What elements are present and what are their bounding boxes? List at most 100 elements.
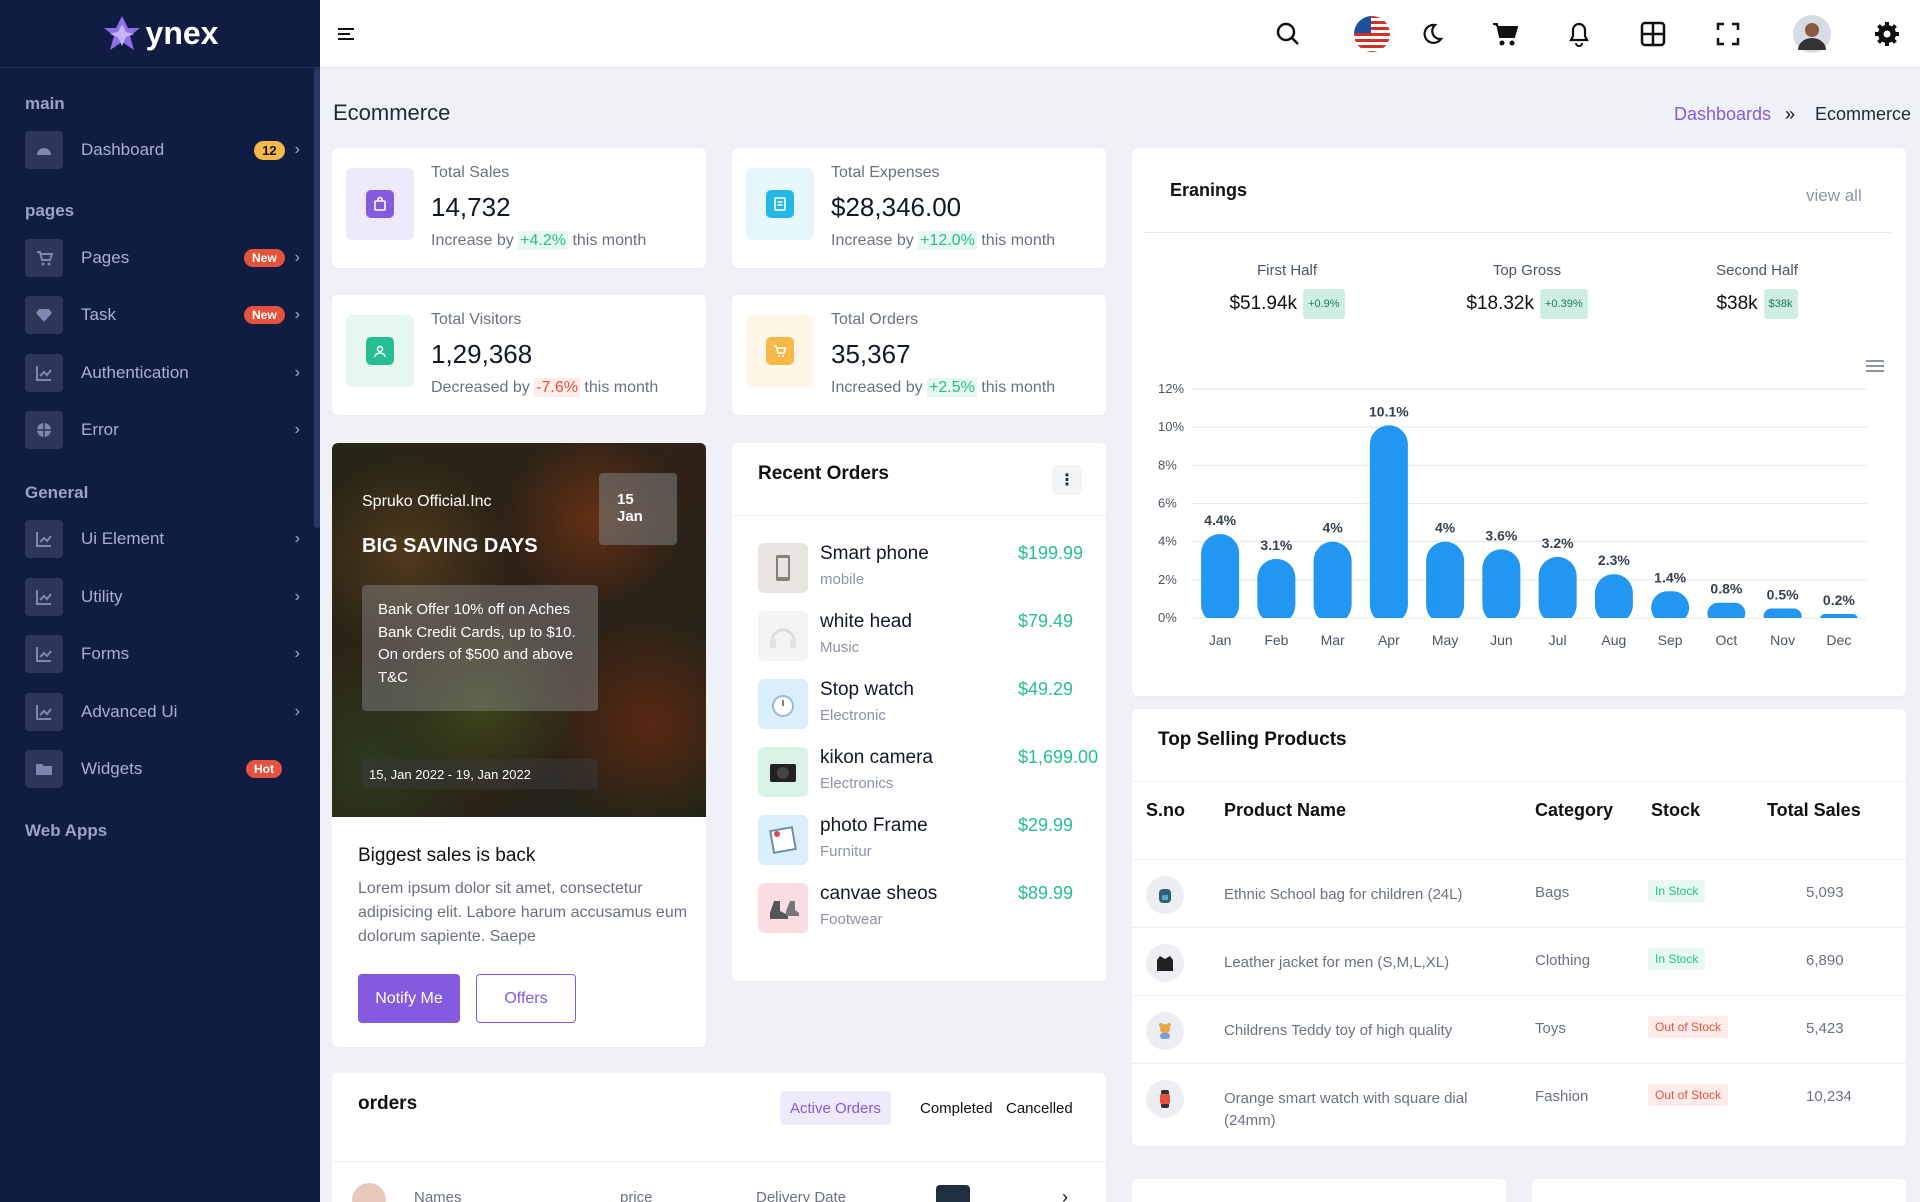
bar-baseline-mask [1706,618,1747,626]
bar-baseline-mask [1368,618,1409,626]
sidebar-item-dashboard[interactable]: Dashboard 12 › [25,130,300,170]
data-label: 3.2% [1542,535,1574,551]
table-row[interactable]: Childrens Teddy toy of high quality Toys… [1132,995,1906,1063]
stat-value: 35,367 [831,339,911,369]
stat-change-suffix: this month [572,232,647,249]
stat-value: $28,346.00 [831,192,962,222]
chevron-right-icon: › [294,530,300,547]
promo-date-range: 15, Jan 2022 - 19, Jan 2022 [362,759,598,789]
bar[interactable] [1313,541,1352,624]
bell-icon[interactable] [1563,18,1595,50]
tab-cancelled[interactable]: Cancelled [998,1091,1081,1125]
sidebar-item-ui-element[interactable]: Ui Element › [25,519,300,559]
order-category: Music [820,639,860,656]
sidebar-item-utility[interactable]: Utility › [25,577,300,617]
bar[interactable] [1538,556,1577,624]
order-category: Footwear [820,911,883,928]
stat-icon-bg [346,315,414,387]
gear-icon[interactable] [1871,18,1903,50]
sidebar-item-error[interactable]: Error › [25,410,300,450]
product-total-sales: 5,093 [1806,884,1844,901]
data-label: 1.4% [1654,569,1686,585]
new-badge: New [243,306,285,324]
order-name: canvae sheos [820,883,938,904]
bar[interactable] [1594,574,1633,624]
sidebar-item-authentication[interactable]: Authentication › [25,353,300,393]
chevron-right-icon[interactable]: › [1062,1187,1068,1202]
table-row[interactable]: Ethnic School bag for children (24L) Bag… [1132,859,1906,927]
summary-tag: +0.39% [1540,289,1588,319]
order-category: mobile [820,571,865,588]
order-item[interactable]: kikon camera Electronics $1,699.00 [758,743,1108,799]
bar[interactable] [1257,558,1296,624]
tab-active-orders[interactable]: Active Orders [780,1091,891,1125]
order-item[interactable]: white head Music $79.49 [758,607,1108,663]
stat-change-prefix: Decreased by [431,379,530,396]
user-icon [366,337,394,365]
section-title-main: main [25,94,65,113]
moon-icon[interactable] [1416,18,1448,50]
search-icon[interactable] [1272,18,1304,50]
bar[interactable] [1426,541,1465,624]
bar[interactable] [1369,425,1408,624]
stat-change: +4.2% [518,231,568,250]
promo-card: Spruko Official.Inc BIG SAVING DAYS 15 J… [332,443,706,1047]
more-options-icon[interactable]: ⋮ [1052,465,1082,495]
bar-baseline-mask [1537,618,1578,626]
table-row[interactable]: Leather jacket for men (S,M,L,XL) Clothi… [1132,927,1906,995]
sidebar-item-forms[interactable]: Forms › [25,634,300,674]
stat-label: Total Expenses [831,164,940,181]
brand-logo[interactable]: ynex [0,0,320,68]
section-title-web-apps[interactable]: Web Apps [25,821,107,841]
notify-me-button[interactable]: Notify Me [358,974,460,1023]
cart-icon[interactable] [1489,18,1521,50]
customer-avatar [352,1183,386,1202]
order-price: $29.99 [1018,815,1074,835]
data-label: 0.5% [1767,586,1799,602]
bar[interactable] [1201,534,1240,624]
bar[interactable] [1482,549,1521,624]
x-tick-label: Jan [1209,632,1232,648]
user-avatar[interactable] [1792,14,1832,54]
offers-button[interactable]: Offers [476,974,576,1023]
apps-grid-icon[interactable] [1637,18,1669,50]
tab-completed[interactable]: Completed [912,1091,1001,1125]
order-item[interactable]: canvae sheos Footwear $89.99 [758,879,1108,935]
us-flag-icon[interactable] [1353,15,1391,53]
sidebar-item-label: Utility [81,587,123,606]
table-row[interactable]: Orange smart watch with square dial (24m… [1132,1063,1906,1143]
chart-menu-icon[interactable] [1864,358,1890,378]
order-name: photo Frame [820,815,928,836]
fullscreen-icon[interactable] [1712,18,1744,50]
forest-image: Spruko Official.Inc BIG SAVING DAYS 15 J… [332,443,706,817]
summary-value: $18.32k [1466,293,1534,314]
stock-badge: In Stock [1648,948,1706,970]
order-item[interactable]: Stop watch Electronic $49.29 [758,675,1108,731]
new-badge: New [243,249,285,267]
sidebar-item-widgets[interactable]: Widgets Hot [25,749,300,789]
camera-icon [758,747,808,797]
diamond-icon [25,296,63,334]
globe-icon [25,411,63,449]
bottom-card-right [1532,1179,1906,1202]
order-item[interactable]: Smart phone mobile $199.99 [758,539,1108,595]
order-item[interactable]: photo Frame Furnitur $29.99 [758,811,1108,867]
breadcrumb-dashboards[interactable]: Dashboards [1674,104,1771,125]
summary-value: $38k [1716,293,1758,314]
stat-change-suffix: this month [981,232,1056,249]
sidebar-item-advanced-ui[interactable]: Advanced Ui › [25,692,300,732]
view-all-link[interactable]: view all [1806,186,1862,206]
sidebar-item-pages[interactable]: Pages New › [25,238,300,278]
menu-toggle-icon[interactable] [330,18,362,50]
summary-label: Second Half [1716,262,1798,279]
summary-tag: +0.9% [1303,289,1345,319]
data-label: 0.8% [1710,581,1742,597]
chart-line-icon [25,354,63,392]
stat-change-text: Decreased by -7.6% this month [431,378,658,397]
stat-label: Total Visitors [431,311,522,328]
receipt-icon [766,190,794,218]
sidebar-scrollbar[interactable] [314,68,320,528]
divider [1145,232,1891,233]
orders-card: orders Active Orders Completed Cancelled… [332,1073,1106,1202]
sidebar-item-task[interactable]: Task New › [25,295,300,335]
